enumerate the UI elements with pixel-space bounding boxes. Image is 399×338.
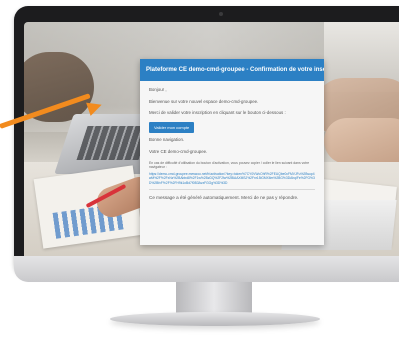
confirmation-email: Plateforme CE demo-cmd-groupee - Confirm… <box>140 59 324 245</box>
email-body: Bonjour , Bienvenue sur votre nouvel esp… <box>140 81 324 201</box>
email-signature: Votre CE demo-cmd-groupee. <box>149 149 208 155</box>
monitor: Plateforme CE demo-cmd-groupee - Confirm… <box>14 6 399 276</box>
monitor-chin <box>14 256 399 282</box>
email-welcome: Bienvenue sur votre nouvel espace demo-c… <box>149 98 259 104</box>
divider <box>149 188 315 190</box>
email-title: Plateforme CE demo-cmd-groupee - Confirm… <box>140 59 324 81</box>
email-instruction: Merci de valider votre inscription en cl… <box>149 110 286 116</box>
email-closing: Bonne navigation. <box>149 137 185 143</box>
webcam <box>219 12 223 16</box>
email-fallback-text: En cas de difficulté d'utilisation du bo… <box>149 160 310 170</box>
monitor-stand <box>176 282 252 314</box>
validate-account-button[interactable]: Valider mon compte <box>149 122 195 134</box>
monitor-base <box>110 312 320 326</box>
email-greeting: Bonjour , <box>149 87 167 92</box>
screen: Plateforme CE demo-cmd-groupee - Confirm… <box>24 22 399 262</box>
email-footer: Ce message a été généré automatiquement.… <box>149 194 299 200</box>
background-hand <box>324 118 399 164</box>
activation-link[interactable]: https://demo-cmd-groupee.meswoo.net/fr/a… <box>149 172 315 186</box>
